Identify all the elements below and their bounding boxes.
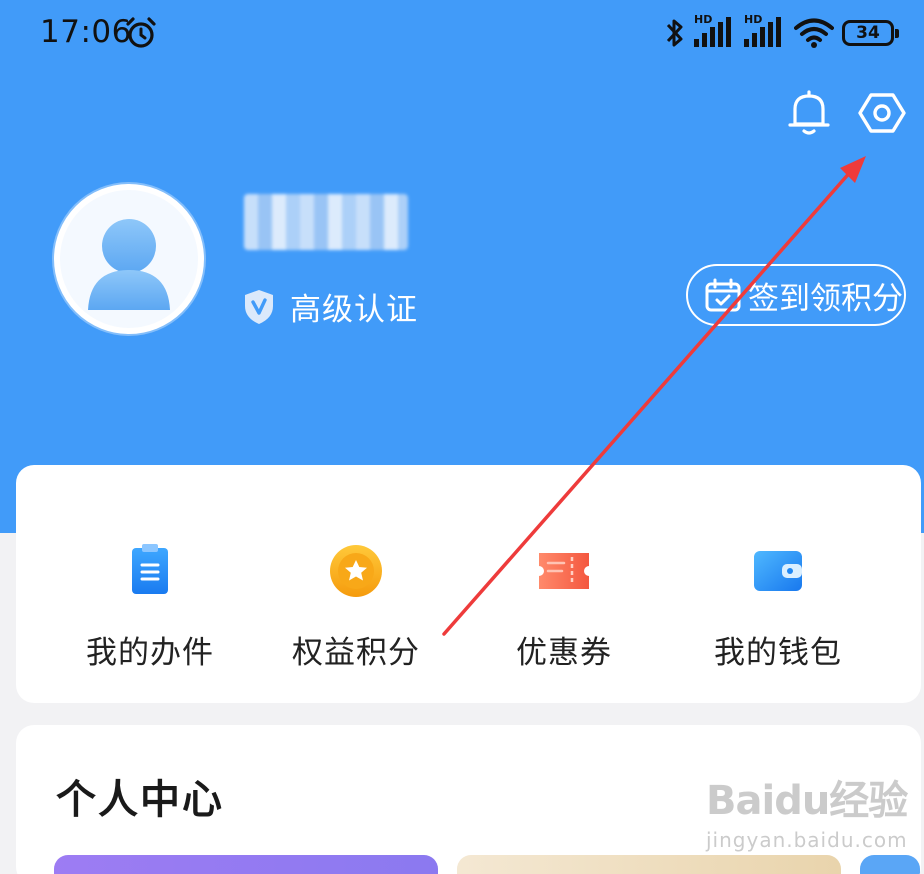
watermark: Baidu经验 jingyan.baidu.com — [706, 768, 908, 852]
bell-icon[interactable] — [786, 88, 832, 138]
watermark-logo: Baidu经验 — [706, 778, 908, 824]
personal-center-tile[interactable] — [860, 855, 920, 874]
verification-label: 高级认证 — [290, 292, 418, 328]
quick-action-label: 我的办件 — [86, 635, 214, 671]
ticket-icon — [539, 553, 589, 589]
username-blurred — [244, 194, 408, 250]
section-title: 个人中心 — [56, 777, 224, 823]
shield-icon — [245, 289, 273, 324]
personal-center-tile[interactable] — [54, 855, 438, 874]
quick-action-label: 权益积分 — [292, 635, 420, 671]
star-coin-icon — [330, 545, 382, 597]
quick-action-label: 优惠券 — [516, 635, 612, 671]
alarm-icon — [126, 17, 156, 48]
bluetooth-icon — [666, 19, 683, 47]
status-time: 17:06 — [40, 14, 132, 50]
verification-badge[interactable]: 高级认证 — [242, 284, 418, 329]
gear-icon[interactable] — [857, 88, 907, 138]
quick-action-my-applications[interactable]: 我的办件 — [50, 541, 250, 672]
quick-action-my-wallet[interactable]: 我的钱包 — [678, 541, 878, 672]
signal-icon: HD — [694, 13, 736, 49]
status-bar: 17:06 HD HD 34 — [0, 0, 924, 68]
hd-label: HD — [694, 13, 713, 26]
signal-icon: HD — [744, 13, 786, 49]
hd-label: HD — [744, 13, 763, 26]
quick-action-coupons[interactable]: 优惠券 — [464, 541, 664, 672]
user-silhouette-icon — [88, 219, 170, 310]
calendar-check-icon — [705, 278, 741, 312]
watermark-url: jingyan.baidu.com — [706, 828, 908, 852]
battery-level: 34 — [856, 23, 880, 43]
checkin-label: 签到领积分 — [748, 280, 903, 317]
personal-center-tile[interactable] — [457, 855, 841, 874]
avatar[interactable] — [54, 184, 204, 334]
clipboard-icon — [132, 544, 168, 594]
wifi-icon — [794, 18, 834, 48]
wallet-icon — [754, 551, 802, 591]
quick-action-label: 我的钱包 — [714, 635, 842, 671]
quick-action-benefit-points[interactable]: 权益积分 — [256, 541, 456, 672]
checkin-points-button[interactable]: 签到领积分 — [686, 264, 906, 326]
battery-icon: 34 — [842, 20, 899, 46]
quick-actions-card: 我的办件 权益积分 优惠券 我的钱包 — [16, 465, 921, 703]
